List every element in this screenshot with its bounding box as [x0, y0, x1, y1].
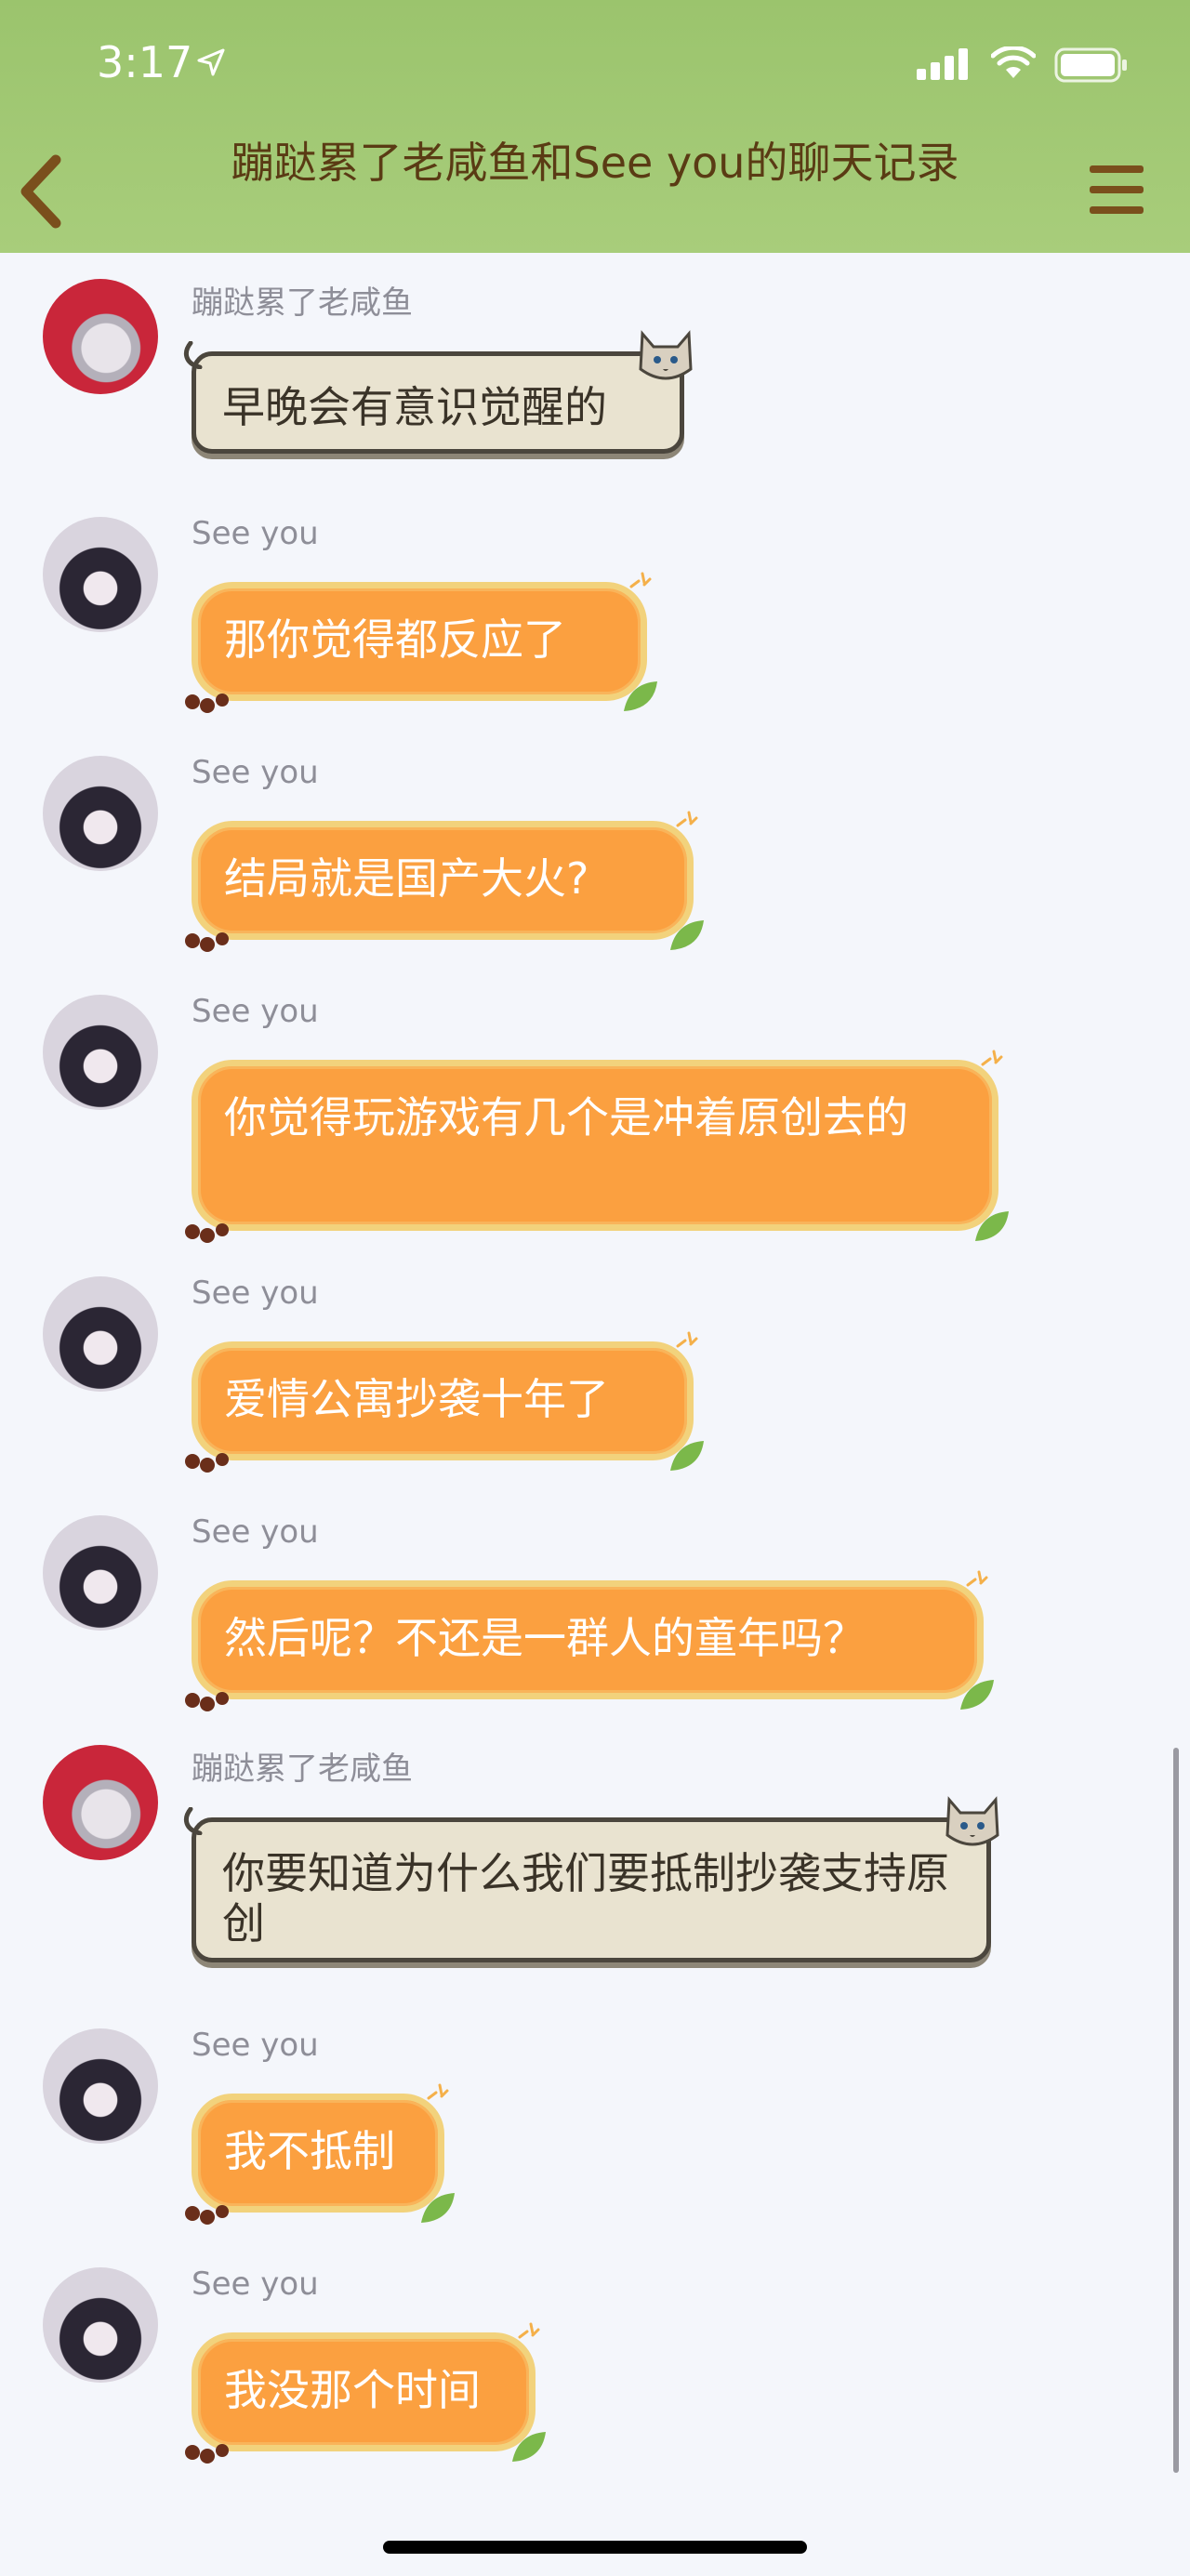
- sparkle-icon: [966, 1570, 988, 1587]
- message-text: 结局就是国产大火?: [224, 853, 589, 904]
- sender-name: See you: [192, 754, 319, 791]
- avatar[interactable]: [43, 279, 158, 394]
- sparkle-icon: [518, 2322, 540, 2339]
- sender-name: See you: [192, 2027, 319, 2064]
- message-bubble[interactable]: 然后呢？不还是一群人的童年吗？: [185, 1570, 994, 1711]
- sender-name: See you: [192, 515, 319, 552]
- avatar[interactable]: [43, 756, 158, 871]
- leaf-icon: [512, 2432, 546, 2462]
- cat-icon: [945, 1796, 999, 1846]
- message-text: 爱情公寓抄袭十年了: [224, 1374, 609, 1424]
- cat-tail-icon: [183, 341, 203, 369]
- avatar[interactable]: [43, 1515, 158, 1631]
- beans-icon: [185, 1223, 229, 1243]
- avatar[interactable]: [43, 995, 158, 1110]
- leaf-icon: [670, 920, 704, 950]
- message-bubble[interactable]: 爱情公寓抄袭十年了: [185, 1331, 704, 1473]
- message-bubble[interactable]: 我没那个时间: [185, 2322, 546, 2464]
- sender-name: 蹦跶累了老咸鱼: [192, 284, 413, 322]
- message-text: 早晚会有意识觉醒的: [222, 382, 607, 432]
- beans-icon: [185, 1453, 229, 1473]
- sender-name: See you: [192, 1513, 319, 1551]
- home-indicator[interactable]: [383, 2541, 807, 2554]
- message-text: 你要知道为什么我们要抵制抄袭支持原创: [222, 1848, 949, 1949]
- cat-tail-icon: [183, 1807, 203, 1835]
- wifi-icon: [991, 46, 1036, 78]
- page-title: 蹦跶累了老咸鱼和See you的聊天记录: [231, 138, 959, 188]
- leaf-icon: [960, 1680, 994, 1710]
- message-bubble[interactable]: 那你觉得都反应了: [185, 572, 657, 713]
- status-time: 3:17: [97, 37, 193, 87]
- message-bubble[interactable]: 结局就是国产大火?: [185, 811, 704, 952]
- message-text: 然后呢？不还是一群人的童年吗？: [224, 1613, 866, 1663]
- leaf-icon: [421, 2193, 455, 2223]
- location-arrow-icon: [197, 48, 225, 76]
- signal-icon: [917, 48, 968, 80]
- avatar[interactable]: [43, 1276, 158, 1392]
- avatar[interactable]: [43, 1745, 158, 1860]
- leaf-icon: [624, 681, 657, 711]
- sparkle-icon: [676, 811, 698, 827]
- message-text: 你觉得玩游戏有几个是冲着原创去的: [224, 1092, 908, 1143]
- avatar[interactable]: [43, 517, 158, 632]
- leaf-icon: [975, 1211, 1009, 1241]
- sender-name: See you: [192, 993, 319, 1030]
- message-bubble[interactable]: 我不抵制: [185, 2083, 455, 2225]
- message-bubble[interactable]: 你觉得玩游戏有几个是冲着原创去的: [185, 1050, 1009, 1243]
- hamburger-menu-icon[interactable]: [1088, 160, 1145, 219]
- sender-name: See you: [192, 1275, 319, 1312]
- sparkle-icon: [676, 1331, 698, 1348]
- nav-header: 3:17 蹦跶累了老咸鱼和See you的聊天记录: [0, 0, 1190, 253]
- leaf-icon: [670, 1441, 704, 1471]
- sparkle-icon: [981, 1050, 1003, 1066]
- sparkle-icon: [629, 572, 652, 588]
- message-bubble[interactable]: 你要知道为什么我们要抵制抄袭支持原创: [183, 1796, 999, 1962]
- sparkle-icon: [427, 2083, 449, 2100]
- avatar[interactable]: [43, 2028, 158, 2144]
- beans-icon: [185, 2205, 229, 2225]
- avatar[interactable]: [43, 2267, 158, 2383]
- message-text: 那你觉得都反应了: [224, 614, 566, 665]
- sender-name: 蹦跶累了老咸鱼: [192, 1750, 413, 1788]
- back-button[interactable]: [15, 154, 67, 229]
- battery-icon: [1054, 47, 1127, 83]
- scrollbar[interactable]: [1173, 1748, 1179, 2473]
- message-bubble[interactable]: 早晚会有意识觉醒的: [183, 330, 693, 454]
- sender-name: See you: [192, 2266, 319, 2303]
- message-text: 我没那个时间: [224, 2365, 481, 2415]
- beans-icon: [185, 2444, 229, 2464]
- beans-icon: [185, 1692, 229, 1711]
- message-text: 我不抵制: [224, 2126, 395, 2176]
- beans-icon: [185, 694, 229, 713]
- cat-icon: [639, 330, 693, 380]
- beans-icon: [185, 932, 229, 952]
